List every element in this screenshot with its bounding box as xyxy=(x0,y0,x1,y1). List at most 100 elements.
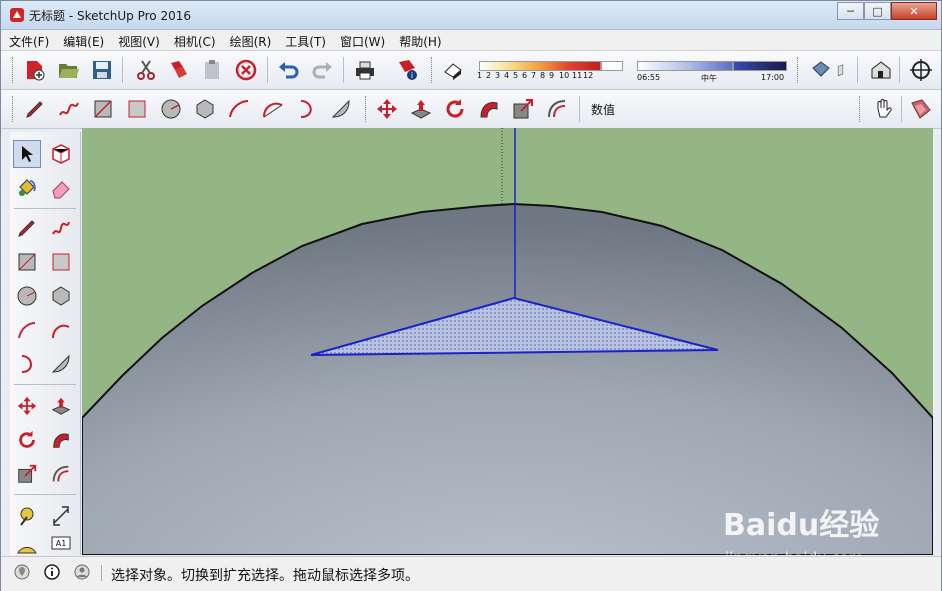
push-pull-icon xyxy=(51,397,71,415)
menu-draw[interactable]: 绘图(R) xyxy=(222,30,278,50)
protractor-tool-button[interactable] xyxy=(13,534,41,554)
menu-bar: 文件(F) 编辑(E) 视图(V) 相机(C) 绘图(R) 工具(T) 窗口(W… xyxy=(1,30,941,51)
undo-button[interactable] xyxy=(275,56,303,84)
arc-tool-button[interactable] xyxy=(13,316,41,344)
push-pull-tool-button[interactable] xyxy=(407,95,435,123)
scale-tool-button[interactable] xyxy=(13,460,41,488)
minimize-button[interactable]: ─ xyxy=(837,2,864,20)
hand-icon xyxy=(877,99,892,118)
maximize-button[interactable]: □ xyxy=(864,2,891,20)
select-tool-button[interactable] xyxy=(13,140,41,168)
toolbar-separator xyxy=(857,57,858,83)
dimension-tool-button[interactable] xyxy=(47,502,75,530)
shadows-toggle-button[interactable] xyxy=(439,56,467,84)
pan-tool-button[interactable] xyxy=(869,95,897,123)
rotate-tool-button[interactable] xyxy=(441,95,469,123)
arc-tool-button[interactable] xyxy=(225,95,253,123)
info-icon[interactable] xyxy=(43,563,61,581)
warehouse-button[interactable] xyxy=(867,56,895,84)
follow-me-tool-button[interactable] xyxy=(475,95,503,123)
text-tool-button[interactable]: A1 xyxy=(47,534,75,554)
menu-view[interactable]: 视图(V) xyxy=(110,30,166,50)
offset-tool-button[interactable] xyxy=(47,460,75,488)
close-button[interactable]: ✕ xyxy=(891,2,937,20)
follow-me-icon xyxy=(53,433,69,448)
model-info-button[interactable]: i xyxy=(394,56,422,84)
top-view-button[interactable] xyxy=(837,56,851,84)
toolbar-grip[interactable] xyxy=(365,96,369,122)
save-icon xyxy=(93,61,111,79)
toolbar-grip[interactable] xyxy=(859,96,863,122)
paste-button[interactable] xyxy=(198,56,226,84)
line-tool-button[interactable] xyxy=(21,95,49,123)
freehand-icon xyxy=(59,102,79,116)
three-point-arc-tool-button[interactable] xyxy=(293,95,321,123)
move-tool-button[interactable] xyxy=(13,392,41,420)
cut-button[interactable] xyxy=(132,56,160,84)
geo-location-icon[interactable] xyxy=(13,563,31,581)
freehand-tool-button[interactable] xyxy=(47,214,75,242)
shadow-time-slider[interactable]: 06:55 中午 17:00 xyxy=(635,57,787,85)
arc-icon xyxy=(18,322,36,339)
rotated-rectangle-tool-button[interactable] xyxy=(123,95,151,123)
styles-button[interactable] xyxy=(907,95,935,123)
menu-camera[interactable]: 相机(C) xyxy=(166,30,222,50)
pie-tool-button[interactable] xyxy=(327,95,355,123)
freehand-tool-button[interactable] xyxy=(55,95,83,123)
toolbar-separator xyxy=(14,208,76,209)
follow-me-tool-button[interactable] xyxy=(47,426,75,454)
menu-window[interactable]: 窗口(W) xyxy=(332,30,391,50)
erase-button[interactable] xyxy=(232,56,260,84)
circle-tool-button[interactable] xyxy=(13,282,41,310)
push-pull-tool-button[interactable] xyxy=(47,392,75,420)
rotated-rectangle-tool-button[interactable] xyxy=(47,248,75,276)
toolbar-grip[interactable] xyxy=(797,57,801,83)
rectangle-tool-button[interactable] xyxy=(89,95,117,123)
rectangle-tool-button[interactable] xyxy=(13,248,41,276)
two-point-arc-tool-button[interactable] xyxy=(259,95,287,123)
copy-button[interactable] xyxy=(165,56,193,84)
circle-icon xyxy=(17,286,37,306)
make-component-button[interactable] xyxy=(47,140,75,168)
save-button[interactable] xyxy=(88,56,116,84)
line-tool-button[interactable] xyxy=(13,214,41,242)
arc-icon xyxy=(229,100,249,118)
freehand-icon xyxy=(52,221,70,235)
user-account-icon[interactable] xyxy=(73,563,91,581)
measurements-input[interactable] xyxy=(621,96,853,122)
component-icon xyxy=(52,144,70,164)
three-point-arc-tool-button[interactable] xyxy=(13,350,41,378)
redo-button[interactable] xyxy=(308,56,336,84)
month-thumb[interactable] xyxy=(601,61,623,71)
iso-view-button[interactable] xyxy=(807,56,835,84)
eraser-button[interactable] xyxy=(47,174,75,202)
new-file-button[interactable] xyxy=(21,56,49,84)
polygon-tool-button[interactable] xyxy=(47,282,75,310)
menu-file[interactable]: 文件(F) xyxy=(1,30,55,50)
move-tool-button[interactable] xyxy=(373,95,401,123)
paint-bucket-button[interactable] xyxy=(13,174,41,202)
toolbar-separator xyxy=(899,57,900,83)
shadow-date-slider[interactable]: 1 2 3 4 5 6 7 8 9 10 11 12 xyxy=(477,57,625,85)
toolbar-grip[interactable] xyxy=(431,57,435,83)
month-label: 1 xyxy=(477,71,483,80)
menu-help[interactable]: 帮助(H) xyxy=(391,30,447,50)
menu-tools[interactable]: 工具(T) xyxy=(277,30,332,50)
rotate-tool-button[interactable] xyxy=(13,426,41,454)
toolbar-grip[interactable] xyxy=(12,57,16,83)
circle-tool-button[interactable] xyxy=(157,95,185,123)
pie-tool-button[interactable] xyxy=(47,350,75,378)
open-file-button[interactable] xyxy=(55,56,83,84)
offset-tool-button[interactable] xyxy=(543,95,571,123)
app-window: 无标题 - SketchUp Pro 2016 ─ □ ✕ 文件(F) 编辑(E… xyxy=(0,0,942,591)
undo-icon xyxy=(279,62,299,79)
orbit-button[interactable] xyxy=(907,56,935,84)
menu-edit[interactable]: 编辑(E) xyxy=(55,30,110,50)
polygon-tool-button[interactable] xyxy=(191,95,219,123)
scale-tool-button[interactable] xyxy=(509,95,537,123)
toolbar-grip[interactable] xyxy=(12,96,16,122)
circle-icon xyxy=(161,99,181,119)
print-button[interactable] xyxy=(351,56,379,84)
tape-measure-tool-button[interactable] xyxy=(13,502,41,530)
two-point-arc-tool-button[interactable] xyxy=(47,316,75,344)
